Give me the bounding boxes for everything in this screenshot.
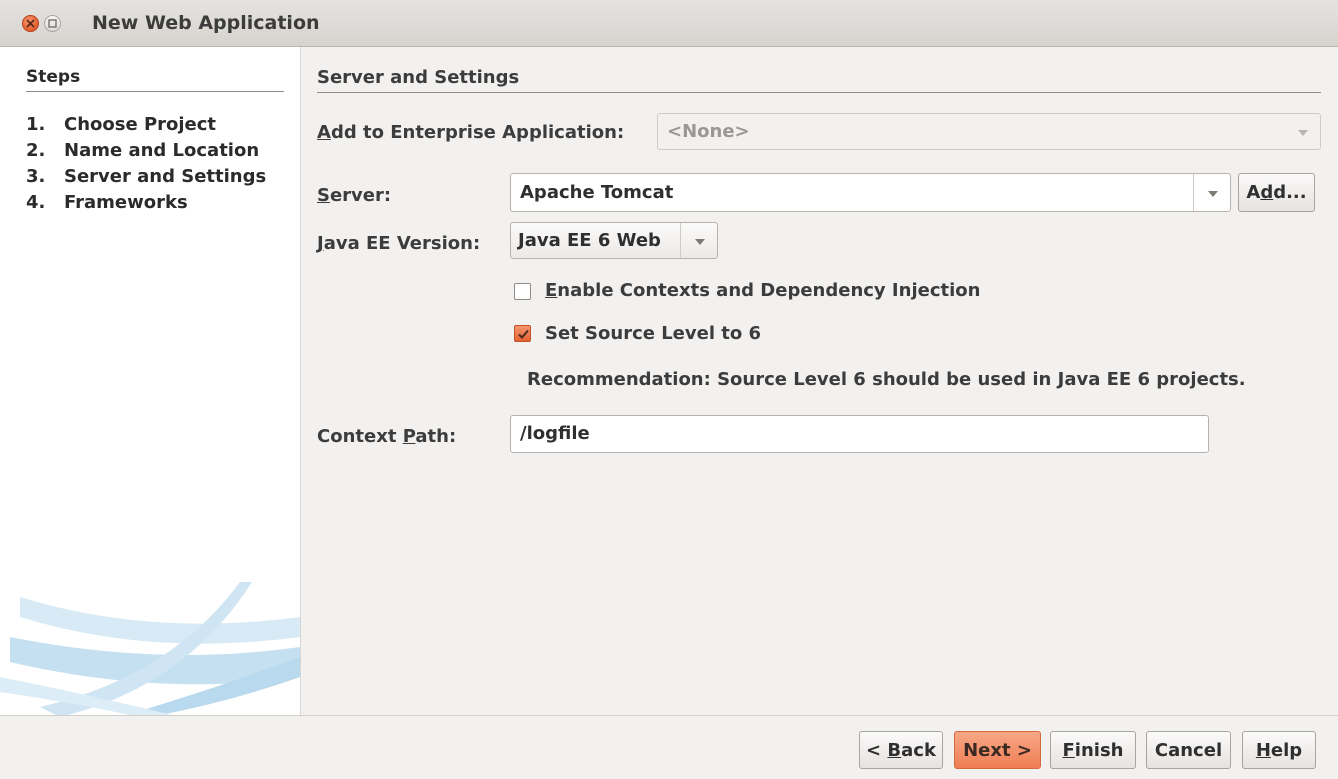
step-item-choose-project: 1. Choose Project	[26, 114, 217, 135]
java-ee-version-value: Java EE 6 Web	[518, 230, 661, 251]
steps-list: 1. Choose Project 2. Name and Location 3. S…	[26, 112, 266, 216]
add-server-button[interactable]: Add...	[1238, 173, 1315, 212]
steps-divider	[26, 91, 284, 92]
help-button[interactable]: Help	[1242, 731, 1316, 769]
context-path-value: /logfile	[520, 423, 590, 444]
finish-button[interactable]: Finish	[1050, 731, 1136, 769]
checkmark-icon	[518, 329, 529, 339]
server-value: Apache Tomcat	[520, 182, 674, 203]
next-button[interactable]: Next >	[954, 731, 1041, 769]
window-title: New Web Application	[92, 12, 320, 34]
cancel-button[interactable]: Cancel	[1146, 731, 1231, 769]
title-bar: New Web Application	[0, 0, 1338, 47]
section-title: Server and Settings	[317, 67, 520, 88]
server-combo[interactable]: Apache Tomcat	[510, 173, 1231, 212]
new-web-application-dialog: New Web Application Steps 1. Choose Proje…	[0, 0, 1338, 779]
netbeans-swoosh-decoration	[0, 582, 300, 715]
enterprise-application-label: Add to Enterprise Application:	[317, 122, 625, 143]
chevron-down-icon	[695, 239, 705, 245]
java-ee-version-combo[interactable]: Java EE 6 Web	[510, 222, 718, 259]
maximize-window-icon[interactable]	[44, 15, 61, 32]
java-ee-version-label: Java EE Version:	[317, 233, 481, 254]
steps-header: Steps	[26, 67, 81, 87]
back-button[interactable]: < Back	[859, 731, 943, 769]
close-window-icon[interactable]	[22, 15, 39, 32]
recommendation-text: Recommendation: Source Level 6 should be…	[527, 369, 1246, 390]
context-path-label: Context Path:	[317, 426, 457, 447]
enable-cdi-checkbox[interactable]	[514, 283, 531, 300]
enterprise-application-value: <None>	[667, 121, 750, 142]
steps-panel-border	[300, 47, 301, 715]
step-item-server-and-settings: 3. Server and Settings	[26, 166, 267, 187]
button-bar-divider	[0, 715, 1338, 716]
steps-panel: Steps 1. Choose Project 2. Name and Locati…	[0, 47, 300, 715]
section-divider	[317, 92, 1321, 93]
enterprise-application-combo[interactable]: <None>	[657, 113, 1321, 150]
set-source-level-checkbox[interactable]	[514, 325, 531, 342]
step-item-frameworks: 4. Frameworks	[26, 192, 188, 213]
enable-cdi-label[interactable]: Enable Contexts and Dependency Injection	[545, 280, 980, 301]
chevron-down-icon	[1298, 130, 1308, 136]
context-path-input[interactable]: /logfile	[510, 415, 1209, 453]
server-label: Server:	[317, 185, 392, 206]
set-source-level-label[interactable]: Set Source Level to 6	[545, 323, 761, 344]
step-item-name-and-location: 2. Name and Location	[26, 140, 260, 161]
chevron-down-icon	[1208, 191, 1218, 197]
